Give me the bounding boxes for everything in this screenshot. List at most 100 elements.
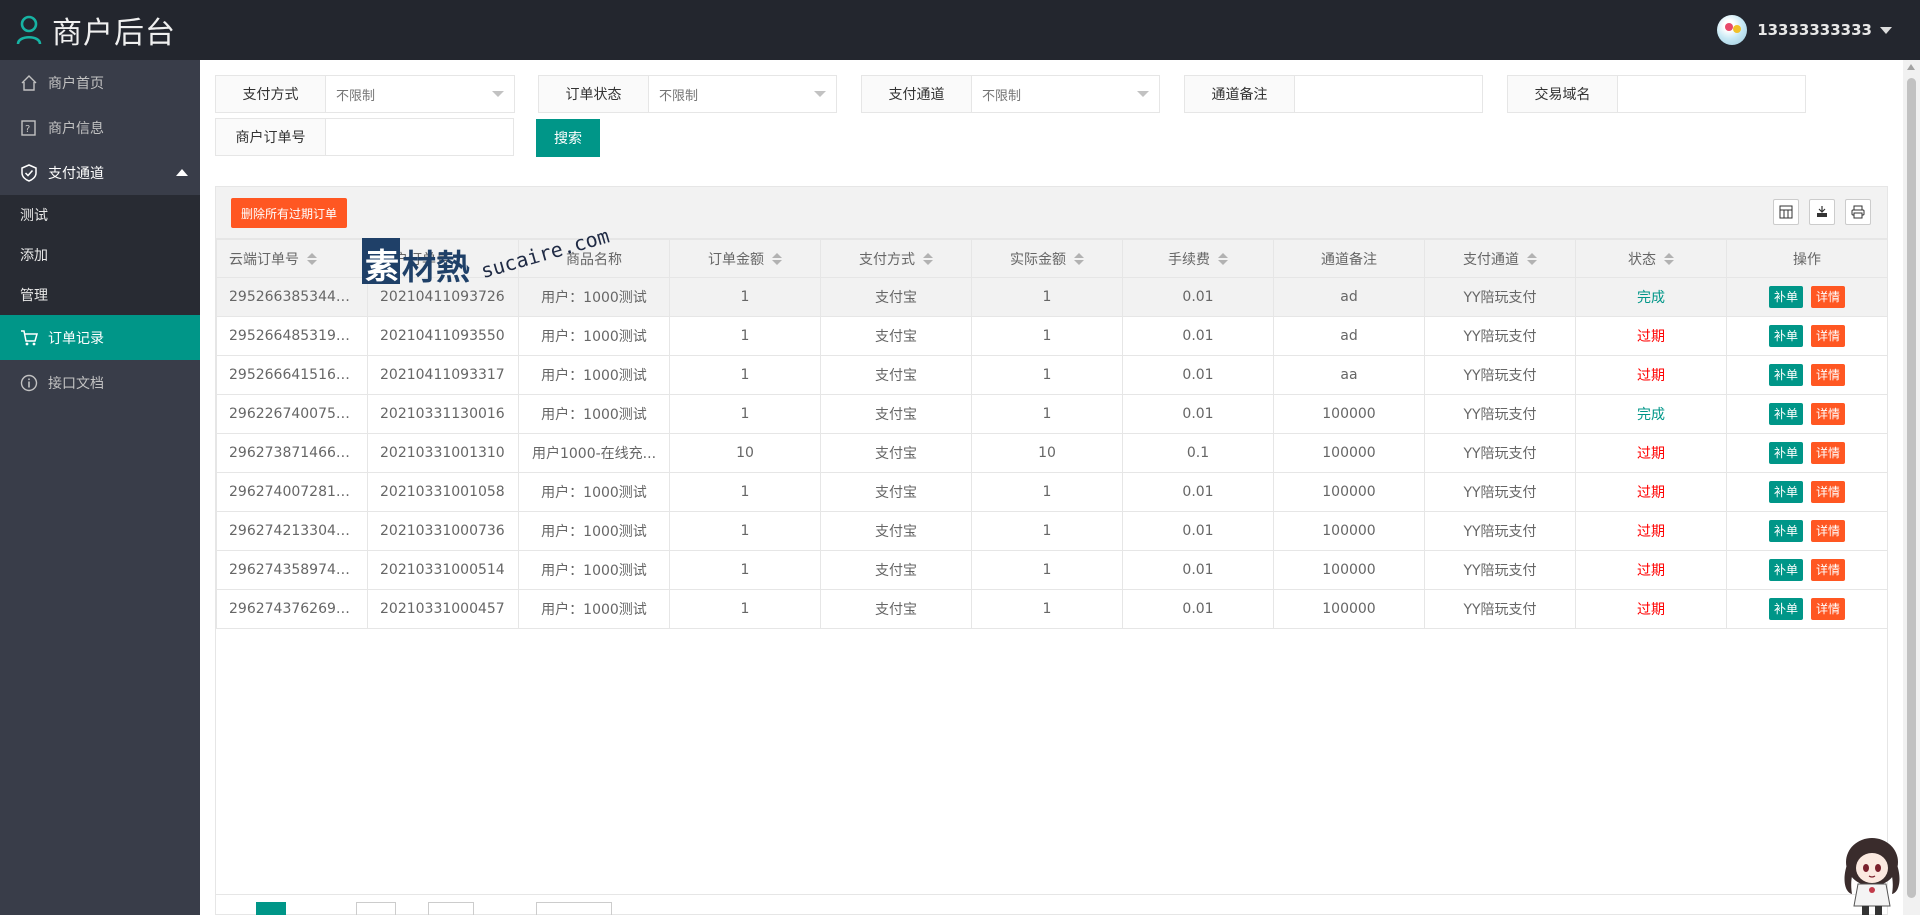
sort-icon[interactable] bbox=[1074, 252, 1084, 265]
trade-domain-input[interactable] bbox=[1618, 76, 1805, 112]
fill-order-button[interactable]: 补单 bbox=[1768, 559, 1803, 581]
sidebar-item-label: 支付通道 bbox=[48, 165, 104, 182]
sidebar-item-pay-channel[interactable]: 支付通道 bbox=[0, 150, 200, 195]
subnav-item-test[interactable]: 测试 bbox=[0, 195, 200, 235]
table-cell: 1 bbox=[669, 316, 821, 356]
status-badge: 完成 bbox=[1575, 277, 1727, 317]
sort-icon[interactable] bbox=[1527, 252, 1537, 265]
table-cell: 20210331000457 bbox=[367, 589, 519, 629]
sidebar-item-info[interactable]: ? 商户信息 bbox=[0, 105, 200, 150]
fill-order-button[interactable]: 补单 bbox=[1768, 325, 1803, 347]
print-icon[interactable] bbox=[1845, 199, 1871, 225]
filter-label: 订单状态 bbox=[539, 76, 649, 112]
detail-button[interactable]: 详情 bbox=[1811, 559, 1846, 581]
fill-order-button[interactable]: 补单 bbox=[1768, 520, 1803, 542]
order-status-select[interactable]: 不限制 bbox=[649, 76, 836, 112]
table-cell: 100000 bbox=[1273, 394, 1425, 434]
detail-button[interactable]: 详情 bbox=[1811, 442, 1846, 464]
sidebar-item-label: 订单记录 bbox=[48, 330, 104, 347]
sidebar-item-label: 商户信息 bbox=[48, 120, 104, 137]
col-header[interactable]: 支付通道 bbox=[1424, 239, 1576, 278]
fill-order-button[interactable]: 补单 bbox=[1768, 481, 1803, 503]
chevron-up-icon bbox=[176, 169, 188, 176]
channel-note-input[interactable] bbox=[1295, 76, 1482, 112]
scrollbar-thumb[interactable] bbox=[1907, 78, 1916, 898]
sort-icon[interactable] bbox=[1218, 252, 1228, 265]
table-row[interactable]: 295266641516237 20210411093317 用户：1000测试 1 支… bbox=[216, 355, 1888, 395]
table-row[interactable]: 296273871466626 20210331001310 用户1000-在线充.… bbox=[216, 433, 1888, 473]
table-cell: 支付宝 bbox=[820, 394, 972, 434]
export-icon[interactable] bbox=[1809, 199, 1835, 225]
user-menu[interactable]: 13333333333 bbox=[1717, 15, 1892, 45]
sort-icon[interactable] bbox=[923, 252, 933, 265]
main-scrollbar[interactable] bbox=[1903, 60, 1920, 915]
fill-order-button[interactable]: 补单 bbox=[1768, 598, 1803, 620]
orders-table-panel: 删除所有过期订单 云端订单号 商户订单号 商品名称 订单金额 支付方式 实际金额… bbox=[215, 186, 1888, 915]
sort-icon[interactable] bbox=[1664, 252, 1674, 265]
table-cell: 支付宝 bbox=[820, 589, 972, 629]
table-cell: aa bbox=[1273, 355, 1425, 395]
sidebar-item-api-docs[interactable]: 接口文档 bbox=[0, 360, 200, 405]
logo[interactable]: 商户后台 bbox=[16, 10, 176, 51]
fill-order-button[interactable]: 补单 bbox=[1768, 442, 1803, 464]
pagination-limit-select[interactable] bbox=[536, 902, 612, 915]
table-row[interactable]: 296274376269954 20210331000457 用户：1000测试 1 支… bbox=[216, 589, 1888, 629]
table-cell: 100000 bbox=[1273, 511, 1425, 551]
pagination-goto-input[interactable] bbox=[356, 902, 396, 915]
delete-expired-button[interactable]: 删除所有过期订单 bbox=[231, 198, 348, 228]
username[interactable]: 13333333333 bbox=[1757, 21, 1872, 39]
col-header[interactable]: 通道备注 bbox=[1273, 239, 1425, 278]
search-button[interactable]: 搜索 bbox=[536, 119, 600, 157]
col-header-label: 订单金额 bbox=[708, 251, 764, 268]
sidebar-item-label: 商户首页 bbox=[48, 75, 104, 92]
detail-button[interactable]: 详情 bbox=[1811, 520, 1846, 542]
col-header[interactable]: 手续费 bbox=[1122, 239, 1274, 278]
table-cell-actions: 补单 详情 bbox=[1726, 433, 1888, 473]
pay-method-select[interactable]: 不限制 bbox=[326, 76, 514, 112]
sidebar-item-orders[interactable]: 订单记录 bbox=[0, 315, 200, 360]
col-header[interactable]: 状态 bbox=[1575, 239, 1727, 278]
columns-filter-icon[interactable] bbox=[1773, 199, 1799, 225]
table-cell: 1 bbox=[971, 394, 1123, 434]
detail-button[interactable]: 详情 bbox=[1811, 403, 1846, 425]
fill-order-button[interactable]: 补单 bbox=[1768, 286, 1803, 308]
pay-channel-select[interactable]: 不限制 bbox=[972, 76, 1159, 112]
col-header[interactable]: 订单金额 bbox=[669, 239, 821, 278]
pagination-size-select[interactable] bbox=[428, 902, 474, 915]
col-header[interactable]: 支付方式 bbox=[820, 239, 972, 278]
table-row[interactable]: 296274213304834 20210331000736 用户：1000测试 1 支… bbox=[216, 511, 1888, 551]
avatar[interactable] bbox=[1717, 15, 1748, 45]
table-cell-actions: 补单 详情 bbox=[1726, 472, 1888, 512]
detail-button[interactable]: 详情 bbox=[1811, 286, 1846, 308]
fill-order-button[interactable]: 补单 bbox=[1768, 364, 1803, 386]
sidebar-item-home[interactable]: 商户首页 bbox=[0, 60, 200, 105]
status-badge: 完成 bbox=[1575, 394, 1727, 434]
table-row[interactable]: 296274007281666 20210331001058 用户：1000测试 1 支… bbox=[216, 472, 1888, 512]
fill-order-button[interactable]: 补单 bbox=[1768, 403, 1803, 425]
detail-button[interactable]: 详情 bbox=[1811, 598, 1846, 620]
subnav-item-manage[interactable]: 管理 bbox=[0, 275, 200, 315]
subnav-item-add[interactable]: 添加 bbox=[0, 235, 200, 275]
filter-label: 交易域名 bbox=[1508, 76, 1618, 112]
detail-button[interactable]: 详情 bbox=[1811, 481, 1846, 503]
table-row[interactable]: 295266485319135 20210411093550 用户：1000测试 1 支… bbox=[216, 316, 1888, 356]
col-header[interactable]: 云端订单号 bbox=[216, 239, 368, 278]
watermark: 素 材熱 sucaire.com bbox=[362, 223, 612, 292]
table-cell: 0.01 bbox=[1122, 355, 1274, 395]
table-cell: 20210411093550 bbox=[367, 316, 519, 356]
detail-button[interactable]: 详情 bbox=[1811, 364, 1846, 386]
sort-icon[interactable] bbox=[772, 252, 782, 265]
table-row[interactable]: 296226740075266 20210331130016 用户：1000测试 1 支… bbox=[216, 394, 1888, 434]
table-cell: 用户：1000测试 bbox=[518, 589, 670, 629]
table-cell: 支付宝 bbox=[820, 316, 972, 356]
sort-icon[interactable] bbox=[307, 252, 317, 265]
pagination-current-page[interactable] bbox=[256, 902, 286, 915]
merchant-order-input[interactable] bbox=[326, 119, 513, 155]
detail-button[interactable]: 详情 bbox=[1811, 325, 1846, 347]
table-cell: 100000 bbox=[1273, 550, 1425, 590]
chevron-down-icon[interactable] bbox=[1880, 26, 1892, 34]
table-row[interactable]: 296274358974082 20210331000514 用户：1000测试 1 支… bbox=[216, 550, 1888, 590]
scroll-up-icon[interactable] bbox=[1907, 64, 1915, 70]
col-header[interactable]: 实际金额 bbox=[971, 239, 1123, 278]
table-cell: 0.01 bbox=[1122, 316, 1274, 356]
